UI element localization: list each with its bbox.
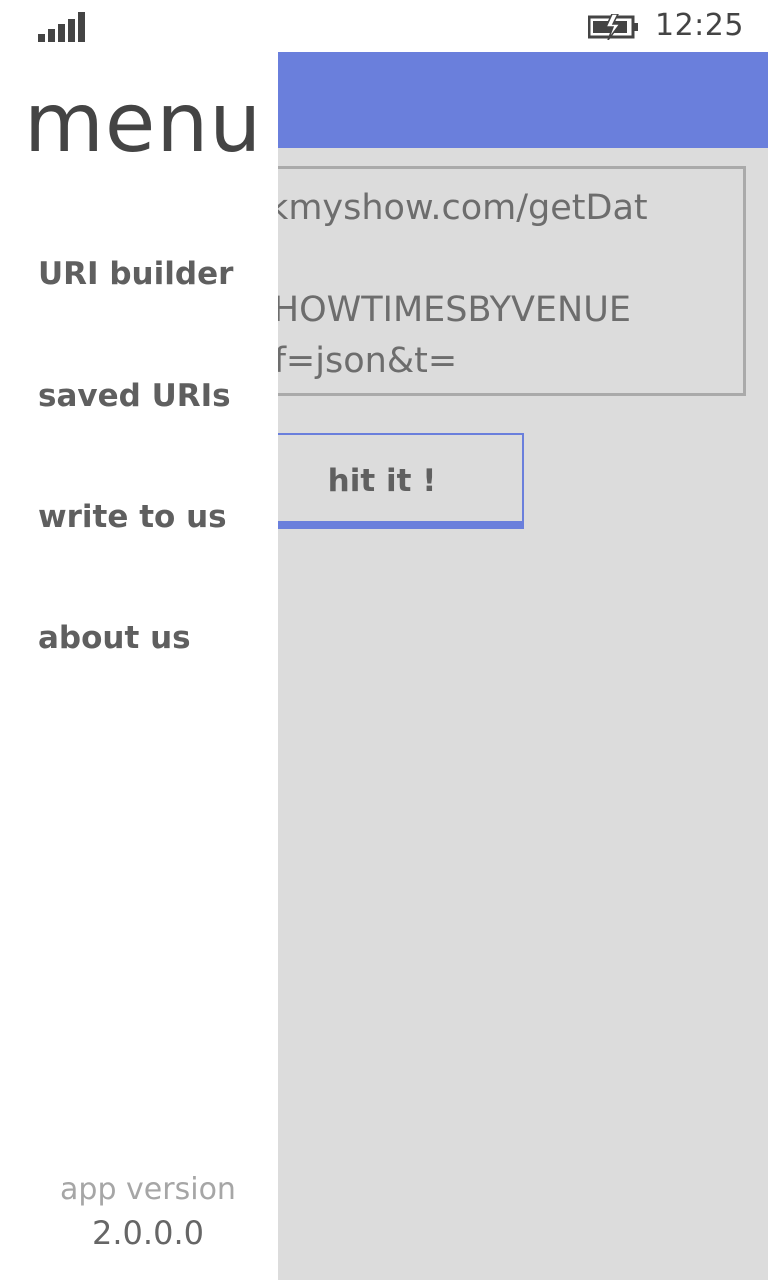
hit-it-button[interactable]: hit it ! (240, 433, 524, 529)
signal-strength-icon (38, 12, 86, 42)
status-bar: 12:25 (0, 0, 768, 52)
menu-title: menu (24, 76, 263, 171)
menu-item-write-to-us[interactable]: write to us (38, 499, 227, 535)
side-menu: menu URI builder saved URIs write to us … (0, 52, 278, 1280)
app-header: n } (158, 52, 768, 148)
menu-item-saved-uris[interactable]: saved URIs (38, 378, 231, 414)
battery-charging-icon (588, 14, 638, 40)
menu-item-uri-builder[interactable]: URI builder (38, 256, 233, 292)
app-version-number: 2.0.0.0 (92, 1214, 204, 1252)
app-version-label: app version (60, 1172, 236, 1207)
uri-input[interactable]: bookmyshow.com/getDat NTSHOWTIMESBYVENUE… (200, 166, 746, 396)
status-time: 12:25 (655, 8, 744, 43)
hit-it-button-label: hit it ! (327, 463, 437, 499)
menu-item-about-us[interactable]: about us (38, 620, 191, 656)
